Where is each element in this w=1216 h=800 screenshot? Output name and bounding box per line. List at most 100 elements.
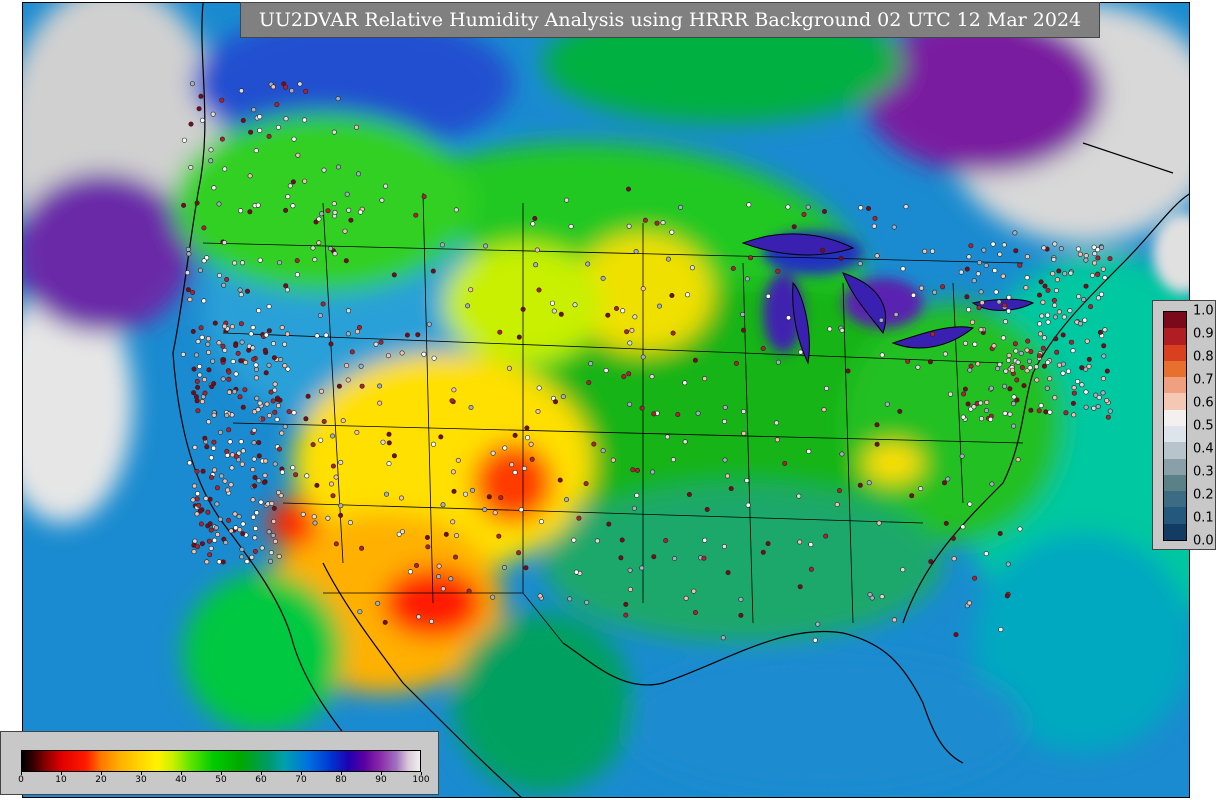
station-dot xyxy=(252,483,258,489)
station-dot xyxy=(358,363,364,369)
station-dot xyxy=(239,546,245,552)
station-dot xyxy=(204,444,210,450)
station-dot xyxy=(874,253,880,259)
station-dot xyxy=(927,359,933,365)
station-dot xyxy=(348,217,354,223)
station-dot xyxy=(454,533,460,539)
station-dot xyxy=(194,398,200,404)
station-dot xyxy=(319,211,325,217)
station-dot xyxy=(210,111,216,117)
station-dot xyxy=(314,333,320,339)
station-dot xyxy=(552,399,558,405)
station-dot xyxy=(304,473,310,479)
station-dot xyxy=(207,552,213,558)
station-dot xyxy=(207,496,213,502)
station-dot xyxy=(206,349,212,355)
station-dot xyxy=(733,360,739,366)
station-dot xyxy=(997,251,1003,257)
station-dot xyxy=(310,442,316,448)
station-dot xyxy=(211,439,217,445)
station-dot xyxy=(443,531,449,537)
station-dot xyxy=(740,311,746,317)
title-banner: UU2DVAR Relative Humidity Analysis using… xyxy=(240,2,1100,38)
station-dot xyxy=(240,521,246,527)
station-dot xyxy=(692,357,698,363)
station-dot xyxy=(256,440,262,446)
station-dot xyxy=(1062,271,1068,277)
station-dot xyxy=(206,367,212,373)
station-dot xyxy=(1038,402,1044,408)
station-dot xyxy=(660,220,666,226)
station-dot xyxy=(246,347,252,353)
station-dot xyxy=(1060,361,1066,367)
station-dot xyxy=(378,339,384,345)
station-dot xyxy=(220,376,226,382)
station-dot xyxy=(199,334,205,340)
station-dot xyxy=(233,453,239,459)
station-dot xyxy=(576,515,582,521)
station-dot xyxy=(654,220,660,226)
station-dot xyxy=(272,381,278,387)
station-dot xyxy=(469,487,475,493)
station-dot xyxy=(918,486,924,492)
station-dot xyxy=(865,206,871,212)
station-dot xyxy=(198,325,204,331)
station-dot xyxy=(206,419,212,425)
station-dot xyxy=(978,289,984,295)
station-dot xyxy=(600,448,606,454)
station-dot xyxy=(976,260,982,266)
station-dot xyxy=(202,435,208,441)
station-dot xyxy=(331,201,337,207)
station-dot xyxy=(610,457,616,463)
station-dot xyxy=(301,117,307,123)
station-dot xyxy=(516,550,522,556)
station-dot xyxy=(204,559,210,565)
station-dot xyxy=(1092,251,1098,257)
station-dot xyxy=(250,467,256,473)
station-dot xyxy=(338,503,344,509)
station-dot xyxy=(1002,319,1008,325)
station-dot xyxy=(310,245,316,251)
station-dot xyxy=(1051,257,1057,263)
station-dot xyxy=(915,364,921,370)
station-dot xyxy=(960,414,966,420)
station-colorbar-swatch xyxy=(1164,491,1186,508)
station-dot xyxy=(440,586,446,592)
station-dot xyxy=(436,574,442,580)
station-dot xyxy=(490,450,496,456)
station-dot xyxy=(198,93,204,99)
station-dot xyxy=(591,441,597,447)
station-dot xyxy=(964,266,970,272)
station-dot xyxy=(251,456,257,462)
station-dot xyxy=(205,336,211,342)
station-dot xyxy=(669,292,675,298)
station-dot xyxy=(722,404,728,410)
station-dot xyxy=(704,506,710,512)
station-dot xyxy=(1083,404,1089,410)
station-dot xyxy=(250,324,256,330)
station-dot xyxy=(998,626,1004,632)
station-dot xyxy=(1036,353,1042,359)
station-dot xyxy=(212,320,218,326)
station-dot xyxy=(214,485,220,491)
station-dot xyxy=(356,324,362,330)
station-colorbar-swatch xyxy=(1164,523,1186,540)
station-dot xyxy=(1043,409,1049,415)
station-dot xyxy=(586,380,592,386)
station-dot xyxy=(190,328,196,334)
station-dot xyxy=(219,473,225,479)
station-dot xyxy=(1071,390,1077,396)
station-dot xyxy=(741,408,747,414)
station-dot xyxy=(1099,291,1105,297)
station-dot xyxy=(436,563,442,569)
station-dot xyxy=(380,439,386,445)
station-dot xyxy=(185,246,191,252)
station-dot xyxy=(285,194,291,200)
station-dot xyxy=(197,363,203,369)
station-dot xyxy=(897,408,903,414)
station-dot xyxy=(314,482,320,488)
station-dot xyxy=(619,537,625,543)
station-dot xyxy=(321,418,327,424)
station-dot xyxy=(386,461,392,467)
station-dot xyxy=(248,129,254,135)
